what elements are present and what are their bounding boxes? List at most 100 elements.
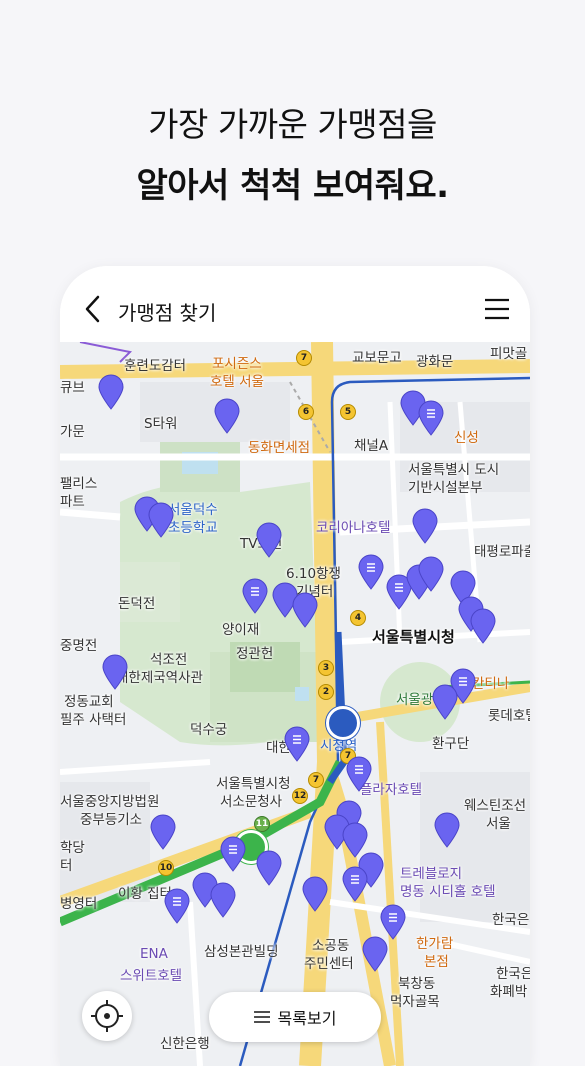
- map-label: 서울특별시청: [216, 776, 291, 792]
- line-number-badge: 6: [298, 404, 314, 420]
- map-label: 주민센터: [304, 956, 354, 972]
- map-label: 동화면세점: [248, 440, 311, 456]
- store-marker-pin-icon[interactable]: [470, 608, 496, 644]
- line-number-badge: 7: [308, 772, 324, 788]
- store-marker-pin-icon[interactable]: [346, 756, 372, 792]
- line-number-badge: 3: [318, 660, 334, 676]
- map-label: 북창동: [398, 976, 436, 992]
- store-marker-pin-icon[interactable]: [102, 654, 128, 690]
- map-label: 6.10항쟁: [286, 566, 341, 582]
- list-icon: [253, 1011, 270, 1023]
- chevron-left-icon: [85, 295, 100, 323]
- map-label: 가문: [60, 424, 85, 440]
- map-label: 서울덕수: [168, 502, 218, 518]
- store-marker-pin-icon[interactable]: [150, 814, 176, 850]
- map-label: 화폐박: [490, 984, 528, 1000]
- map-label: 코리아나호텔: [316, 520, 391, 536]
- line-number-badge: 7: [296, 350, 312, 366]
- phone-mockup: 가맹점 찾기 큐브 훈련도감터 포시즌스 호텔 서울 교보문고 광화문 피맛골 …: [60, 266, 530, 1066]
- current-location-button[interactable]: [82, 991, 132, 1041]
- map-label-city-hall: 서울특별시청: [372, 628, 455, 646]
- map-label: 서소문청사: [220, 794, 283, 810]
- map-label: 본점: [424, 954, 449, 970]
- store-marker-pin-icon[interactable]: [380, 904, 406, 940]
- line-number-badge: 12: [292, 788, 308, 804]
- map-label: 포시즌스: [212, 356, 262, 372]
- list-view-label: 목록보기: [277, 1009, 337, 1028]
- store-marker-pin-icon[interactable]: [342, 866, 368, 902]
- map-label: 서울: [486, 816, 511, 832]
- store-marker-pin-icon[interactable]: [256, 522, 282, 558]
- line-number-badge: 5: [340, 404, 356, 420]
- store-marker-pin-icon[interactable]: [412, 508, 438, 544]
- store-marker-pin-icon[interactable]: [98, 374, 124, 410]
- map-label: 양이재: [222, 622, 260, 638]
- map-label: 덕수궁: [190, 722, 228, 738]
- store-marker-pin-icon[interactable]: [302, 876, 328, 912]
- store-map[interactable]: 큐브 훈련도감터 포시즌스 호텔 서울 교보문고 광화문 피맛골 S타워 동화면…: [60, 342, 530, 1066]
- store-marker-pin-icon[interactable]: [210, 882, 236, 918]
- map-label: 훈련도감터: [124, 358, 187, 374]
- headline-line-2: 알아서 척척 보여줘요.: [136, 166, 449, 206]
- map-label: 필주 사택터: [60, 712, 127, 728]
- store-marker-pin-icon[interactable]: [434, 812, 460, 848]
- map-label: 환구단: [432, 736, 470, 752]
- map-label: 기반시설본부: [408, 480, 483, 496]
- map-label: 삼성본관빌딩: [204, 944, 279, 960]
- map-label: 정관헌: [236, 646, 274, 662]
- page-title: 가맹점 찾기: [118, 301, 217, 325]
- map-label: 스위트호텔: [120, 968, 183, 984]
- map-label: 칸티나: [472, 676, 510, 692]
- map-label: 병영터: [60, 896, 98, 912]
- line-number-badge: 11: [254, 816, 270, 832]
- list-view-button[interactable]: 목록보기: [209, 992, 381, 1042]
- store-marker-pin-icon[interactable]: [242, 578, 268, 614]
- map-label: 학당: [60, 840, 85, 856]
- store-marker-pin-icon[interactable]: [358, 554, 384, 590]
- map-label: 큐브: [60, 380, 85, 396]
- map-label: 중부등기소: [80, 812, 143, 828]
- map-label: 피맛골: [490, 346, 528, 362]
- map-label: 한국은: [492, 912, 530, 928]
- map-label: 정동교회: [64, 694, 114, 710]
- map-label: 롯데호텔: [488, 708, 530, 724]
- store-marker-pin-icon[interactable]: [148, 502, 174, 538]
- map-label: 광화문: [416, 354, 454, 370]
- map-label: 신성: [454, 430, 479, 446]
- back-button[interactable]: [82, 294, 104, 324]
- map-label: 신한은행: [160, 1036, 210, 1052]
- map-label: 중명전: [60, 638, 98, 654]
- store-marker-pin-icon[interactable]: [292, 592, 318, 628]
- store-marker-pin-icon[interactable]: [256, 850, 282, 886]
- map-label: 서울중앙지방법원: [60, 794, 160, 810]
- store-marker-pin-icon[interactable]: [220, 836, 246, 872]
- map-label: 태평로파출소: [474, 544, 530, 560]
- map-label: 서울특별시 도시: [408, 462, 500, 478]
- map-label: 석조전: [150, 652, 188, 668]
- map-label: 웨스틴조선: [464, 798, 527, 814]
- map-label: 먹자골목: [390, 994, 440, 1010]
- store-marker-pin-icon[interactable]: [214, 398, 240, 434]
- store-marker-pin-icon[interactable]: [418, 556, 444, 592]
- store-marker-pin-icon[interactable]: [418, 400, 444, 436]
- store-marker-pin-icon[interactable]: [432, 684, 458, 720]
- store-marker-pin-icon[interactable]: [284, 726, 310, 762]
- store-marker-pin-icon[interactable]: [362, 936, 388, 972]
- store-marker-pin-icon[interactable]: [164, 888, 190, 924]
- map-label: 파트: [60, 494, 85, 510]
- app-bar: 가맹점 찾기: [60, 266, 530, 342]
- headline-line-1: 가장 가까운 가맹점을: [148, 105, 437, 144]
- subway-station-icon[interactable]: [326, 706, 360, 740]
- map-label: 돈덕전: [118, 596, 156, 612]
- map-label: ENA: [140, 946, 168, 962]
- map-label: 호텔 서울: [210, 374, 264, 390]
- map-label: 명동 시티홀 호텔: [400, 884, 496, 900]
- menu-button[interactable]: [484, 298, 510, 320]
- hamburger-menu-icon: [485, 298, 509, 320]
- line-number-badge: 10: [158, 860, 174, 876]
- map-label: 한가람: [416, 936, 454, 952]
- map-label: 소공동: [312, 938, 350, 954]
- map-label: 터: [60, 858, 73, 874]
- map-label: 대한제국역사관: [116, 670, 203, 686]
- map-label: 트레블로지: [400, 866, 463, 882]
